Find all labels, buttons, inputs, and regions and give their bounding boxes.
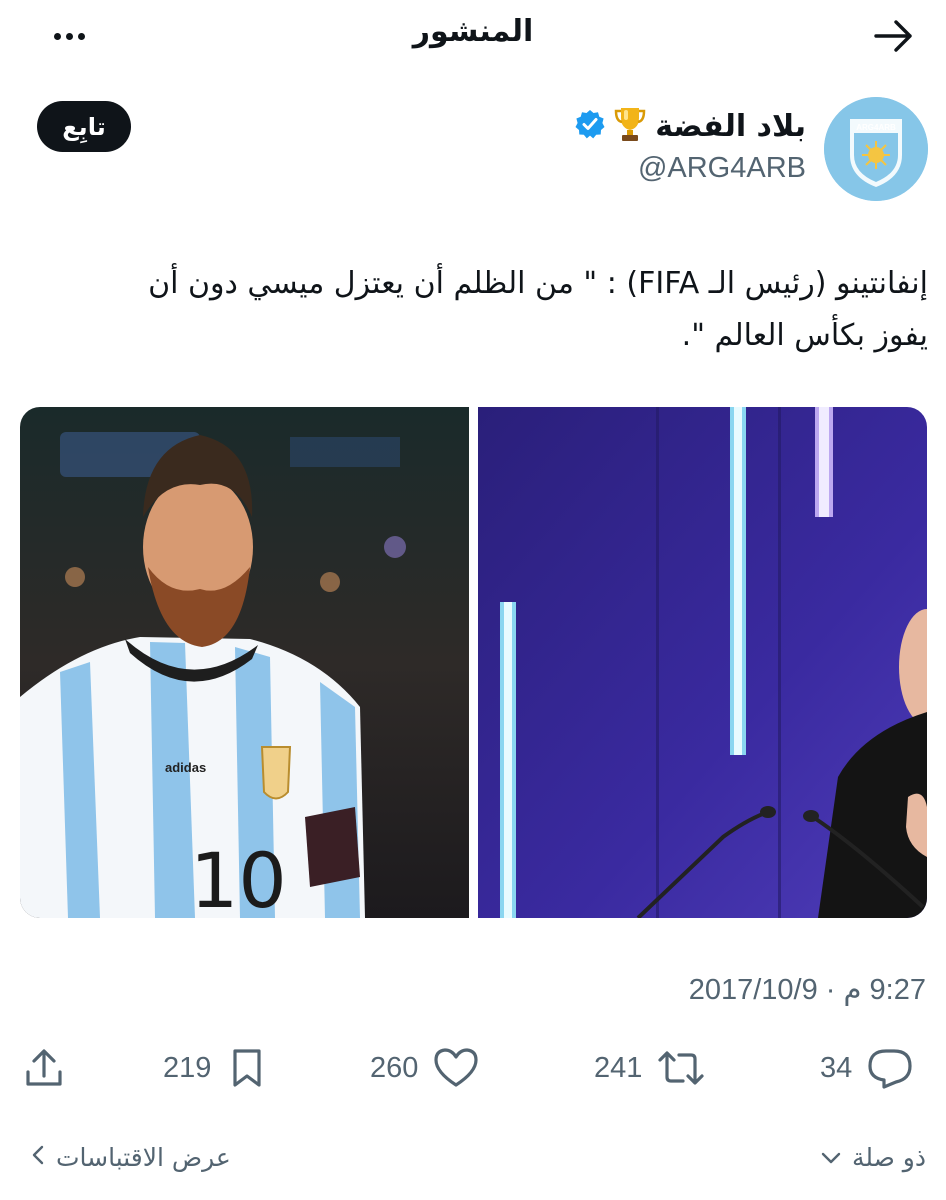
tweet-text: إنفانتينو (رئيس الـ FIFA) : " من الظلم أ… xyxy=(18,258,928,362)
bookmark-button[interactable]: 219 xyxy=(163,1040,269,1096)
relevant-label: ذو صلة xyxy=(851,1142,926,1172)
share-button[interactable] xyxy=(22,1040,66,1096)
chevron-down-icon xyxy=(820,1143,842,1172)
bookmark-count: 219 xyxy=(163,1051,212,1084)
tweet-media: adidas 10 xyxy=(20,407,927,918)
shirt-number: 10 xyxy=(190,836,287,918)
author-handle[interactable]: @ARG4ARB xyxy=(638,152,806,185)
follow-button[interactable]: تابِع xyxy=(37,101,131,152)
reply-button[interactable]: 34 xyxy=(820,1040,914,1096)
chevron-left-icon xyxy=(30,1143,46,1172)
avatar-text: ARG4ARB xyxy=(856,123,896,132)
relevant-sort-dropdown[interactable]: ذو صلة xyxy=(820,1132,926,1182)
tweet-actions: 219 260 241 34 xyxy=(0,1040,946,1096)
like-count: 260 xyxy=(370,1051,419,1084)
top-bar: المنشور xyxy=(0,0,946,72)
repost-button[interactable]: 241 xyxy=(594,1040,706,1096)
view-quotes-link[interactable]: عرض الاقتباسات xyxy=(30,1132,231,1182)
svg-text:adidas: adidas xyxy=(165,760,206,775)
like-button[interactable]: 260 xyxy=(370,1040,480,1096)
heart-icon xyxy=(432,1046,480,1090)
page-title: المنشور xyxy=(412,14,534,49)
author-display-name[interactable]: بلاد الفضة xyxy=(655,109,806,144)
repost-count: 241 xyxy=(594,1051,643,1084)
tweet-text-line: إنفانتينو (رئيس الـ FIFA) : " من الظلم أ… xyxy=(148,266,928,301)
reply-count: 34 xyxy=(820,1051,853,1084)
author-name-row: بلاد الفضة xyxy=(575,104,806,148)
share-icon xyxy=(22,1046,66,1090)
trophy-icon xyxy=(613,104,647,148)
reply-icon xyxy=(866,1046,914,1090)
tweet-timestamp[interactable]: 9:27 م · 2017/10/9 xyxy=(689,972,926,1007)
view-quotes-label: عرض الاقتباسات xyxy=(56,1142,231,1172)
media-image-player[interactable]: adidas 10 xyxy=(20,407,469,918)
verified-badge-icon[interactable] xyxy=(575,109,605,143)
media-image-podium[interactable] xyxy=(478,407,927,918)
repost-icon xyxy=(656,1046,706,1090)
tweet-footer: عرض الاقتباسات ذو صلة xyxy=(0,1132,946,1182)
bookmark-icon xyxy=(225,1046,269,1090)
avatar[interactable]: ARG4ARB xyxy=(824,97,928,201)
back-arrow-icon[interactable] xyxy=(872,16,916,56)
tweet-text-line: يفوز بكأس العالم ". xyxy=(681,318,928,353)
